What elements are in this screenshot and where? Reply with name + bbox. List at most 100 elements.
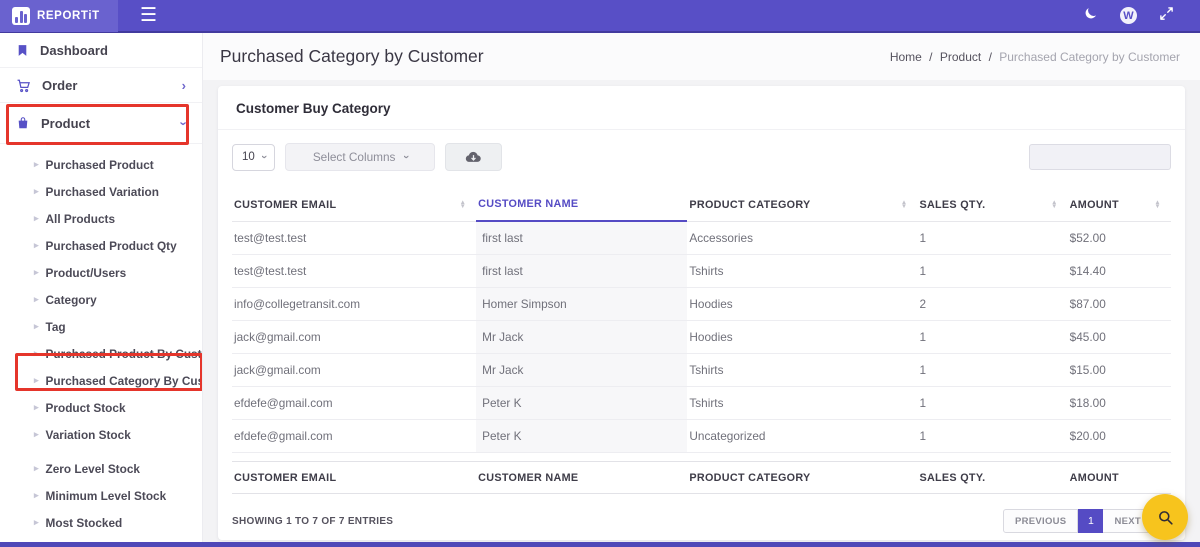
subitem-label: Zero Level Stock: [45, 461, 140, 476]
breadcrumb-product[interactable]: Product: [940, 50, 981, 64]
cell-product-category: Uncategorized: [689, 429, 766, 443]
caret-icon: ▸: [34, 429, 39, 439]
caret-icon: ▸: [34, 213, 39, 223]
sidebar-item-product[interactable]: Product ›: [0, 103, 202, 144]
subitem-label: Purchased Variation: [45, 184, 159, 199]
cell-customer-name: Peter K: [476, 387, 688, 419]
cell-customer-name: Homer Simpson: [476, 288, 688, 320]
export-download-button[interactable]: [445, 143, 503, 171]
column-header-customer-name[interactable]: CUSTOMER NAME: [476, 187, 688, 222]
sidebar-item-order[interactable]: Order ›: [0, 68, 202, 103]
sidebar-subitem-purchased-product-by-customer[interactable]: ▸ Purchased Product By Custo…: [0, 340, 202, 367]
cell-amount: $52.00: [1069, 231, 1106, 245]
cell-amount: $14.40: [1069, 264, 1106, 278]
caret-icon: ▸: [34, 159, 39, 169]
bottom-edge-strip: [0, 542, 1200, 547]
sort-icon[interactable]: ▲ ▼: [1051, 199, 1058, 209]
cell-product-category: Hoodies: [689, 297, 733, 311]
sidebar-subitem-purchased-product[interactable]: ▸ Purchased Product: [0, 151, 202, 178]
column-header-product-category[interactable]: PRODUCT CATEGORY ▲ ▼: [687, 187, 917, 221]
floating-search-button[interactable]: [1142, 494, 1188, 540]
sort-icon[interactable]: ▲ ▼: [460, 199, 467, 209]
hamburger-menu-icon[interactable]: ☰: [140, 6, 157, 25]
fullscreen-icon[interactable]: [1159, 6, 1174, 26]
column-label: PRODUCT CATEGORY: [689, 198, 811, 211]
column-label: CUSTOMER EMAIL: [234, 198, 337, 211]
caret-icon: ▸: [34, 240, 39, 250]
table-row: test@test.test first last Tshirts 1 $14.…: [232, 255, 1171, 288]
caret-icon: ▸: [34, 490, 39, 500]
cell-sales-qty: 1: [919, 429, 926, 443]
table-row: info@collegetransit.com Homer Simpson Ho…: [232, 288, 1171, 321]
previous-page-button[interactable]: PREVIOUS: [1002, 509, 1079, 533]
dark-mode-icon[interactable]: [1083, 6, 1098, 26]
cell-customer-name: first last: [476, 255, 688, 287]
pagination: PREVIOUS 1 NEXT: [1002, 509, 1153, 533]
sidebar-subitem-purchased-variation[interactable]: ▸ Purchased Variation: [0, 178, 202, 205]
cell-customer-email: jack@gmail.com: [234, 330, 321, 344]
cell-product-category: Tshirts: [689, 363, 724, 377]
cell-customer-email: jack@gmail.com: [234, 363, 321, 377]
column-header-customer-email[interactable]: CUSTOMER EMAIL ▲ ▼: [232, 187, 476, 221]
wordpress-icon[interactable]: W: [1120, 7, 1137, 24]
chevron-right-icon: ›: [181, 77, 186, 93]
cell-sales-qty: 1: [919, 396, 926, 410]
column-header-sales-qty[interactable]: SALES QTY. ▲ ▼: [917, 187, 1067, 221]
sidebar-item-dashboard[interactable]: Dashboard: [0, 33, 202, 68]
sidebar-subitem-variation-stock[interactable]: ▸ Variation Stock: [0, 421, 202, 448]
sidebar-subitem-category[interactable]: ▸ Category: [0, 286, 202, 313]
caret-icon: ▸: [34, 375, 39, 385]
bar-chart-logo-icon: [12, 6, 30, 25]
subitem-label: Purchased Product Qty: [45, 238, 177, 253]
footer-amount: AMOUNT: [1069, 472, 1119, 484]
sidebar-subitem-tag[interactable]: ▸ Tag: [0, 313, 202, 340]
page-number-button[interactable]: 1: [1078, 509, 1104, 533]
page-size-value: 10: [242, 151, 255, 163]
search-icon: [1158, 510, 1173, 525]
sidebar-subitem-all-products[interactable]: ▸ All Products: [0, 205, 202, 232]
sidebar-item-label: Product: [41, 115, 91, 131]
subitem-label: All Products: [45, 211, 116, 226]
sidebar-item-label: Order: [42, 77, 78, 93]
cell-amount: $15.00: [1069, 363, 1106, 377]
logo-text: REPORTiT: [37, 9, 100, 22]
search-input[interactable]: [1029, 144, 1171, 170]
cell-customer-email: efdefe@gmail.com: [234, 396, 333, 410]
entries-info: SHOWING 1 TO 7 OF 7 ENTRIES: [232, 515, 394, 527]
subitem-label: Minimum Level Stock: [45, 488, 167, 503]
sidebar-subitem-product-users[interactable]: ▸ Product/Users: [0, 259, 202, 286]
product-submenu: ▸ Purchased Product ▸ Purchased Variation …: [0, 144, 202, 547]
app-logo[interactable]: REPORTiT: [0, 0, 118, 32]
sidebar-subitem-most-stocked[interactable]: ▸ Most Stocked: [0, 509, 202, 536]
sidebar-item-label: Dashboard: [40, 42, 108, 58]
topbar-actions: W: [1083, 6, 1200, 26]
cell-product-category: Tshirts: [689, 396, 724, 410]
breadcrumb-separator: /: [929, 49, 933, 64]
chevron-down-icon: ›: [257, 155, 270, 159]
sidebar-subitem-product-stock[interactable]: ▸ Product Stock: [0, 394, 202, 421]
page-size-select[interactable]: 10 ›: [232, 143, 276, 171]
breadcrumb-home[interactable]: Home: [890, 50, 922, 64]
sidebar-subitem-purchased-category-by-customer[interactable]: ▸ Purchased Category By Custo…: [0, 367, 202, 394]
footer-product-category: PRODUCT CATEGORY: [689, 472, 811, 484]
caret-icon: ▸: [34, 186, 39, 196]
select-columns-dropdown[interactable]: Select Columns ›: [285, 143, 436, 171]
sort-icon[interactable]: ▲ ▼: [901, 199, 908, 209]
sort-icon[interactable]: ▲ ▼: [1154, 199, 1161, 209]
page-titlebar: Purchased Category by Customer Home / Pr…: [203, 33, 1200, 80]
cell-product-category: Tshirts: [689, 264, 724, 278]
sidebar-subitem-minimum-level-stock[interactable]: ▸ Minimum Level Stock: [0, 482, 202, 509]
breadcrumb-separator: /: [988, 49, 992, 64]
footer-customer-name: CUSTOMER NAME: [478, 472, 579, 484]
subitem-label: Purchased Product By Custo…: [45, 346, 202, 361]
sidebar-subitem-zero-level-stock[interactable]: ▸ Zero Level Stock: [0, 455, 202, 482]
cell-customer-email: efdefe@gmail.com: [234, 429, 333, 443]
caret-icon: ▸: [34, 294, 39, 304]
caret-icon: ▸: [34, 321, 39, 331]
app-window: REPORTiT ☰ W Dashboard Order › Product ›: [0, 0, 1200, 547]
subitem-label: Tag: [45, 319, 66, 334]
chevron-down-icon: ›: [176, 120, 192, 126]
sidebar-subitem-purchased-product-qty[interactable]: ▸ Purchased Product Qty: [0, 232, 202, 259]
column-header-amount[interactable]: AMOUNT ▲ ▼: [1068, 187, 1171, 221]
cart-icon: [17, 79, 30, 92]
